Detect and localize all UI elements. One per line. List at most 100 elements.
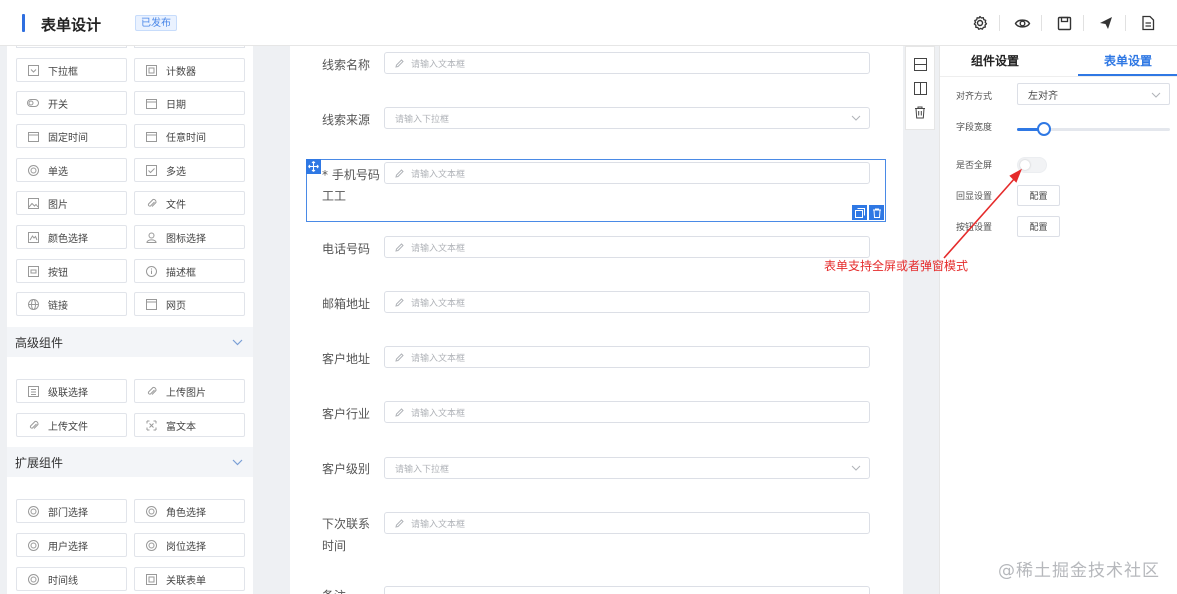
pencil-icon xyxy=(395,407,405,417)
palette-item-radio[interactable]: 单选 xyxy=(16,158,127,182)
pencil-icon xyxy=(395,242,405,252)
field-label: 客户行业 xyxy=(322,407,371,421)
document-icon[interactable] xyxy=(1139,14,1157,32)
palette-item-fixed-time[interactable]: 固定时间 xyxy=(16,124,127,148)
section-title: 高级组件 xyxy=(15,335,64,350)
field-input-next-contact[interactable]: 请输入文本框 xyxy=(384,512,870,534)
eye-icon[interactable] xyxy=(1013,14,1031,32)
palette-item-button[interactable]: 按钮 xyxy=(16,259,127,283)
field-input-email[interactable]: 请输入文本框 xyxy=(384,291,870,313)
palette-item-label: 富文本 xyxy=(166,421,196,433)
header-separator xyxy=(1125,15,1126,31)
send-icon[interactable] xyxy=(1097,14,1115,32)
palette-item-richtext[interactable]: 富文本 xyxy=(134,413,245,437)
calendar-icon xyxy=(27,130,39,142)
palette-item-label: 下拉框 xyxy=(48,66,78,78)
field-label: 线索来源 xyxy=(322,113,371,127)
setting-label: 按钮设置 xyxy=(956,223,993,233)
info-icon xyxy=(145,265,157,277)
setting-label: 对齐方式 xyxy=(956,92,993,102)
palette-item-color-picker[interactable]: 颜色选择 xyxy=(16,225,127,249)
section-header-extended[interactable]: 扩展组件 xyxy=(7,447,253,477)
palette-item-file[interactable]: 文件 xyxy=(134,191,245,215)
palette-item-link[interactable]: 链接 xyxy=(16,292,127,316)
form-link-icon xyxy=(145,573,157,585)
palette-item-label: 颜色选择 xyxy=(48,233,88,245)
delete-icon[interactable] xyxy=(869,205,884,220)
palette-item-label: 单选 xyxy=(48,166,68,178)
field-select-level[interactable]: 请输入下拉框 xyxy=(384,457,870,479)
palette-item-checkbox[interactable]: 多选 xyxy=(134,158,245,182)
palette-item-any-time[interactable]: 任意时间 xyxy=(134,124,245,148)
field-input-phone[interactable]: 请输入文本框 xyxy=(384,236,870,258)
palette-item-label: 文件 xyxy=(166,199,186,211)
palette-item-upload-image[interactable]: 上传图片 xyxy=(134,379,245,403)
field-input-remark[interactable] xyxy=(384,586,870,594)
palette-item-label: 级联选择 xyxy=(48,387,88,399)
palette-item-department[interactable]: 部门选择 xyxy=(16,499,127,523)
field-label: * 手机号码 xyxy=(322,168,380,182)
palette-item-timeline[interactable]: 时间线 xyxy=(16,567,127,591)
chevron-down-icon xyxy=(851,114,861,124)
radio-icon xyxy=(145,505,157,517)
palette-item-position[interactable]: 岗位选择 xyxy=(134,533,245,557)
palette-item-linked-form[interactable]: 关联表单 xyxy=(134,567,245,591)
page-title: 表单设计 xyxy=(41,16,102,34)
calendar-icon xyxy=(145,130,157,142)
field-input-industry[interactable]: 请输入文本框 xyxy=(384,401,870,423)
field-input-lead-name[interactable]: 请输入文本框 xyxy=(384,52,870,74)
palette-item-label: 角色选择 xyxy=(166,507,206,519)
pencil-icon xyxy=(395,297,405,307)
palette-item-label: 用户选择 xyxy=(48,541,88,553)
echo-config-button[interactable]: 配置 xyxy=(1017,185,1060,206)
field-placeholder: 请输入文本框 xyxy=(411,519,466,530)
palette-item-role[interactable]: 角色选择 xyxy=(134,499,245,523)
column-layout-icon[interactable] xyxy=(913,81,927,95)
palette-item-dropdown[interactable]: 下拉框 xyxy=(16,58,127,82)
field-placeholder: 请输入文本框 xyxy=(411,353,466,364)
copy-icon[interactable] xyxy=(852,205,867,220)
tab-form-settings[interactable]: 表单设置 xyxy=(1078,46,1177,76)
row-layout-icon[interactable] xyxy=(913,57,927,71)
palette-item-description[interactable]: 描述框 xyxy=(134,259,245,283)
palette-item-image[interactable]: 图片 xyxy=(16,191,127,215)
palette-item-counter[interactable]: 计数器 xyxy=(134,58,245,82)
palette-item-cascade[interactable]: 级联选择 xyxy=(16,379,127,403)
fullscreen-toggle[interactable] xyxy=(1017,157,1047,173)
field-label: 客户级别 xyxy=(322,462,371,476)
settings-panel: 组件设置 表单设置 对齐方式 左对齐 字段宽度 是否全屏 回显设置 配置 按钮设… xyxy=(939,46,1177,594)
palette-item-icon-picker[interactable]: 图标选择 xyxy=(134,225,245,249)
palette-item-label: 任意时间 xyxy=(166,132,206,144)
palette-item-label: 上传图片 xyxy=(166,387,206,399)
field-placeholder: 请输入文本框 xyxy=(411,298,466,309)
section-header-advanced[interactable]: 高级组件 xyxy=(7,327,253,357)
calendar-icon xyxy=(145,97,157,109)
save-icon[interactable] xyxy=(1055,14,1073,32)
button-config-button[interactable]: 配置 xyxy=(1017,216,1060,237)
counter-icon xyxy=(145,64,157,76)
width-slider-thumb[interactable] xyxy=(1037,122,1051,136)
palette-item-label: 日期 xyxy=(166,99,186,111)
palette-item-upload-file[interactable]: 上传文件 xyxy=(16,413,127,437)
align-select-value: 左对齐 xyxy=(1028,90,1058,102)
pencil-icon xyxy=(395,518,405,528)
align-select[interactable]: 左对齐 xyxy=(1017,83,1170,105)
field-input-mobile[interactable]: 请输入文本框 xyxy=(384,162,870,184)
attachment-icon xyxy=(145,385,157,397)
palette-item-switch[interactable]: 开关 xyxy=(16,91,127,115)
palette-item-label: 开关 xyxy=(48,99,68,111)
trash-icon[interactable] xyxy=(913,105,927,119)
palette-item-webpage[interactable]: 网页 xyxy=(134,292,245,316)
move-handle-icon[interactable] xyxy=(306,159,321,174)
palette-item-user[interactable]: 用户选择 xyxy=(16,533,127,557)
field-label: 电话号码 xyxy=(322,242,371,256)
field-input-address[interactable]: 请输入文本框 xyxy=(384,346,870,368)
tab-component-settings[interactable]: 组件设置 xyxy=(945,46,1045,76)
field-placeholder: 请输入下拉框 xyxy=(395,464,450,475)
checkbox-icon xyxy=(145,164,157,176)
tab-divider xyxy=(940,76,1177,77)
chevron-down-icon xyxy=(232,335,243,349)
palette-item-date[interactable]: 日期 xyxy=(134,91,245,115)
field-select-lead-source[interactable]: 请输入下拉框 xyxy=(384,107,870,129)
gear-icon[interactable] xyxy=(971,14,989,32)
